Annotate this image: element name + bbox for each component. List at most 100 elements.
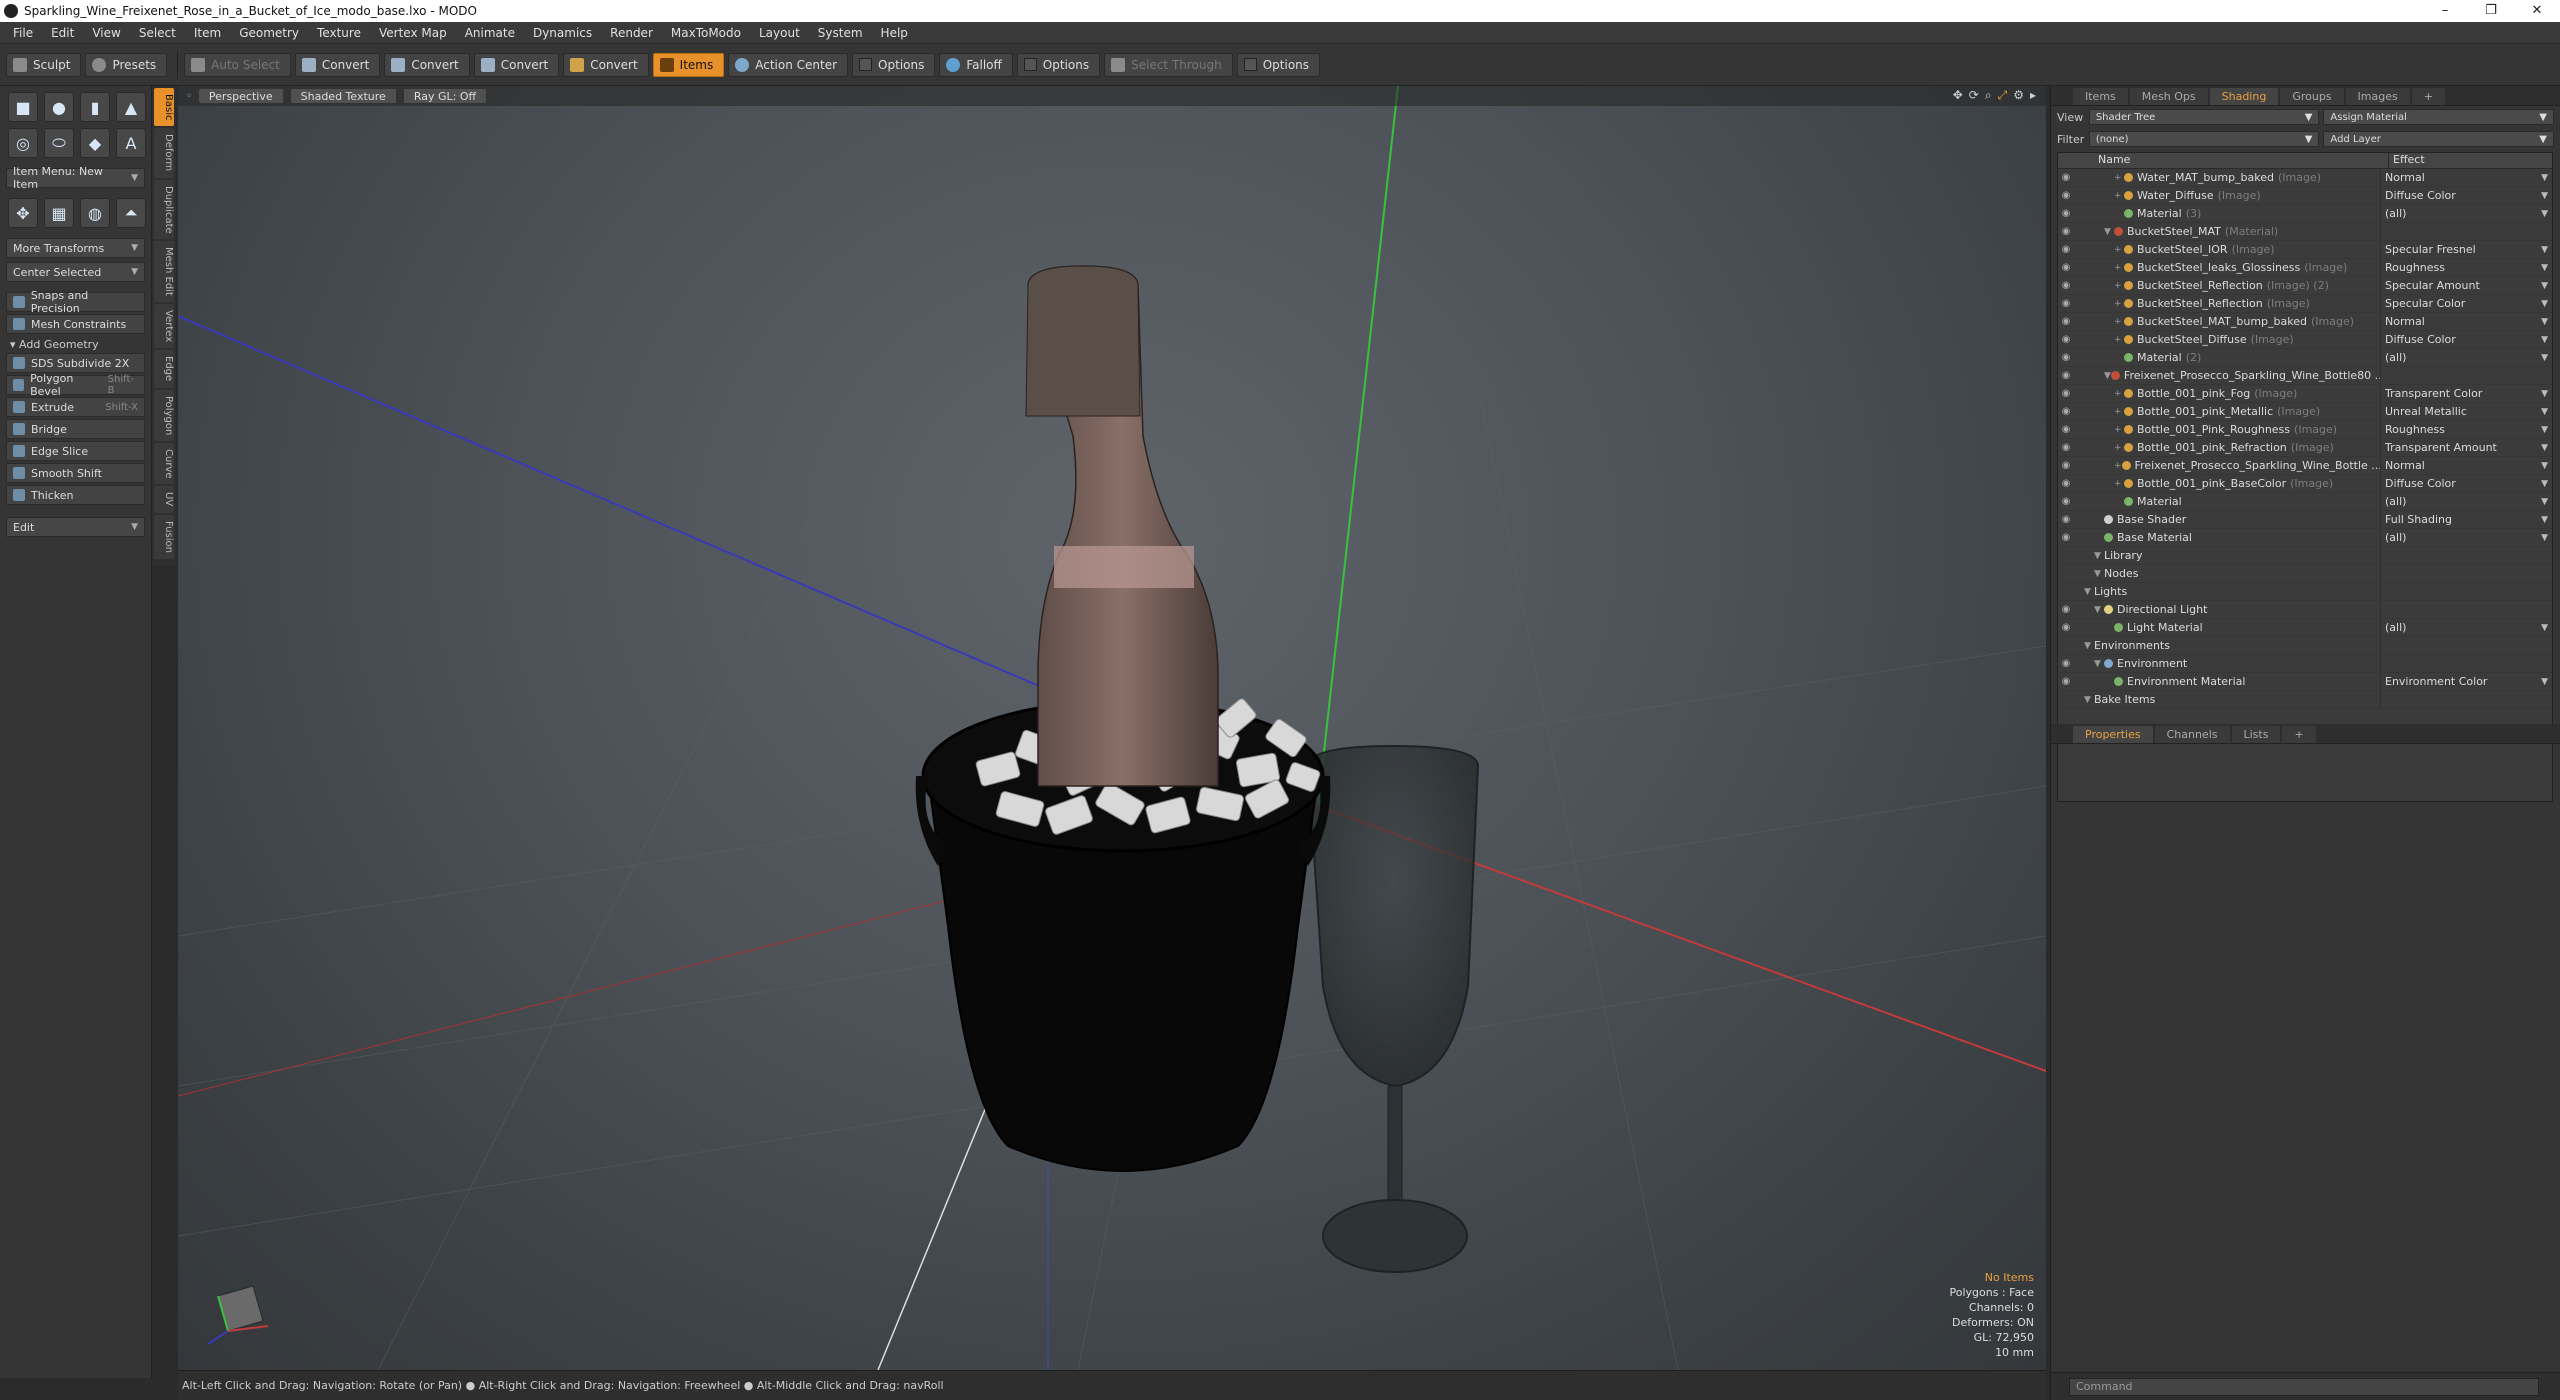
shader-tree-row[interactable]: ◉ + Freixenet_Prosecco_Sparkling_Wine_Bott… <box>2058 457 2552 475</box>
expand-icon[interactable]: + <box>2114 389 2124 399</box>
effect-cell[interactable]: (all) ▼ <box>2380 619 2552 636</box>
menu-item[interactable]: Item <box>185 22 230 44</box>
falloff-options-button[interactable]: Options <box>1016 52 1101 77</box>
auto-select-button[interactable]: Auto Select <box>184 52 291 77</box>
falloff-button[interactable]: Falloff <box>939 52 1013 77</box>
tab-duplicate[interactable]: Duplicate <box>154 179 174 240</box>
menu-animate[interactable]: Animate <box>456 22 524 44</box>
tab-vertex[interactable]: Vertex <box>154 304 174 349</box>
tab-mesh-edit[interactable]: Mesh Edit <box>154 241 174 303</box>
plane-icon[interactable]: ◆ <box>80 128 110 158</box>
eye-icon[interactable]: ◉ <box>2058 334 2074 345</box>
eye-icon[interactable]: ◉ <box>2058 496 2074 507</box>
eye-icon[interactable]: ◉ <box>2058 280 2074 291</box>
menu-maxtomodo[interactable]: MaxToModo <box>662 22 750 44</box>
tab-mesh-ops[interactable]: Mesh Ops <box>2129 88 2208 105</box>
menu-help[interactable]: Help <box>872 22 917 44</box>
select-through-button[interactable]: Select Through <box>1104 52 1233 77</box>
disclosure-triangle-icon[interactable]: ▼ <box>2104 371 2111 381</box>
action-center-options-button[interactable]: Options <box>852 52 936 77</box>
restore-button[interactable]: ❐ <box>2468 0 2514 22</box>
shader-tree-row[interactable]: ◉ Light Material (all) ▼ <box>2058 619 2552 637</box>
add-layer-dropdown[interactable]: Add Layer ▼ <box>2323 131 2554 147</box>
shader-tree-row[interactable]: ◉ Material (3) (all) ▼ <box>2058 205 2552 223</box>
add-geometry-header[interactable]: ▾ Add Geometry <box>6 338 145 351</box>
eye-icon[interactable]: ◉ <box>2058 658 2074 669</box>
effect-cell[interactable]: Normal ▼ <box>2380 457 2552 474</box>
expand-icon[interactable]: + <box>2114 245 2124 255</box>
shader-tree-row[interactable]: ◉ + BucketSteel_Diffuse (Image) Diffuse Colo… <box>2058 331 2552 349</box>
expand-icon[interactable]: + <box>2114 335 2124 345</box>
shader-tree-row[interactable]: ◉ + Bottle_001_pink_Fog (Image) Transparent … <box>2058 385 2552 403</box>
tool-sds-subdivide[interactable]: SDS Subdivide 2X <box>6 353 145 373</box>
action-center-button[interactable]: Action Center <box>728 52 849 77</box>
eye-icon[interactable]: ◉ <box>2058 532 2074 543</box>
disclosure-triangle-icon[interactable]: ▼ <box>2084 641 2094 651</box>
shader-tree-row[interactable]: ◉ ▼ Directional Light <box>2058 601 2552 619</box>
menu-system[interactable]: System <box>809 22 872 44</box>
expand-icon[interactable]: + <box>2114 173 2124 183</box>
convert-materials-button[interactable]: Convert <box>563 52 649 77</box>
eye-icon[interactable]: ◉ <box>2058 190 2074 201</box>
tab-curve[interactable]: Curve <box>154 442 174 485</box>
tool-smooth-shift[interactable]: Smooth Shift <box>6 463 145 483</box>
item-menu-dropdown[interactable]: Item Menu: New Item ▼ <box>6 165 145 191</box>
shader-tree-row[interactable]: ◉ + Bottle_001_pink_Refraction (Image) Trans… <box>2058 439 2552 457</box>
expand-icon[interactable]: + <box>2114 443 2124 453</box>
eye-icon[interactable]: ◉ <box>2058 172 2074 183</box>
shader-tree-row[interactable]: ◉ + BucketSteel_IOR (Image) Specular Fresnel… <box>2058 241 2552 259</box>
effect-cell[interactable]: Specular Color ▼ <box>2380 295 2552 312</box>
menu-render[interactable]: Render <box>601 22 662 44</box>
expand-icon[interactable]: + <box>2114 299 2124 309</box>
shader-tree-row[interactable]: ◉ ▼ Environment <box>2058 655 2552 673</box>
pan-icon[interactable]: ✥ <box>1953 88 1963 103</box>
tool-bridge[interactable]: Bridge <box>6 419 145 439</box>
more-transforms-dropdown[interactable]: More Transforms ▼ <box>6 238 145 258</box>
viewport-menu-icon[interactable]: ◦ <box>186 91 192 102</box>
shader-tree-row[interactable]: ◉ + Water_Diffuse (Image) Diffuse Color ▼ <box>2058 187 2552 205</box>
items-mode-button[interactable]: Items <box>652 52 725 77</box>
presets-button[interactable]: Presets <box>85 52 168 77</box>
eye-icon[interactable]: ◉ <box>2058 208 2074 219</box>
add-props-tab-button[interactable]: + <box>2282 726 2316 743</box>
shader-tree-row[interactable]: ◉ Material (all) ▼ <box>2058 493 2552 511</box>
effect-cell[interactable]: Specular Fresnel ▼ <box>2380 241 2552 258</box>
disclosure-triangle-icon[interactable]: ▼ <box>2084 587 2094 597</box>
shading-mode-dropdown[interactable]: Shaded Texture <box>289 88 397 104</box>
eye-icon[interactable]: ◉ <box>2058 262 2074 273</box>
add-tab-button[interactable]: + <box>2411 88 2445 105</box>
tab-uv[interactable]: UV <box>154 486 174 513</box>
disclosure-triangle-icon[interactable]: ▼ <box>2094 551 2104 561</box>
shader-tree-row[interactable]: ◉ + Bottle_001_pink_BaseColor (Image) Diffus… <box>2058 475 2552 493</box>
filter-dropdown[interactable]: (none) ▼ <box>2088 131 2320 147</box>
expand-icon[interactable]: + <box>2114 263 2124 273</box>
capsule-icon[interactable]: ⬭ <box>44 128 74 158</box>
effect-cell[interactable]: Diffuse Color ▼ <box>2380 475 2552 492</box>
text-icon[interactable]: A <box>116 128 146 158</box>
gear-icon[interactable]: ⚙ <box>2013 88 2024 103</box>
effect-cell[interactable]: Unreal Metallic ▼ <box>2380 403 2552 420</box>
effect-cell[interactable]: Diffuse Color ▼ <box>2380 331 2552 348</box>
eye-icon[interactable]: ◉ <box>2058 460 2074 471</box>
eye-icon[interactable]: ◉ <box>2058 226 2074 237</box>
effect-cell[interactable]: (all) ▼ <box>2380 529 2552 546</box>
eye-icon[interactable]: ◉ <box>2058 424 2074 435</box>
tool-thicken[interactable]: Thicken <box>6 485 145 505</box>
tab-edge[interactable]: Edge <box>154 350 174 388</box>
shader-tree-row[interactable]: ▼ Nodes <box>2058 565 2552 583</box>
tab-fusion[interactable]: Fusion <box>154 514 174 559</box>
torus-icon[interactable]: ◎ <box>8 128 38 158</box>
convert-vertices-button[interactable]: Convert <box>294 52 381 77</box>
shader-tree-row[interactable]: ◉ + BucketSteel_Reflection (Image) Specular … <box>2058 295 2552 313</box>
effect-cell[interactable]: (all) ▼ <box>2380 349 2552 366</box>
minimize-button[interactable]: – <box>2422 0 2468 22</box>
rotate-icon[interactable]: ⟳ <box>1969 88 1979 103</box>
tab-images[interactable]: Images <box>2345 88 2410 105</box>
shader-tree-row[interactable]: ▼ Library <box>2058 547 2552 565</box>
snaps-precision-button[interactable]: Snaps and Precision <box>6 289 145 315</box>
eye-icon[interactable]: ◉ <box>2058 514 2074 525</box>
effect-cell[interactable]: Normal ▼ <box>2380 313 2552 330</box>
eye-icon[interactable]: ◉ <box>2058 622 2074 633</box>
perspective-dropdown[interactable]: Perspective <box>197 88 284 104</box>
assign-material-button[interactable]: Assign Material ▼ <box>2323 109 2554 125</box>
